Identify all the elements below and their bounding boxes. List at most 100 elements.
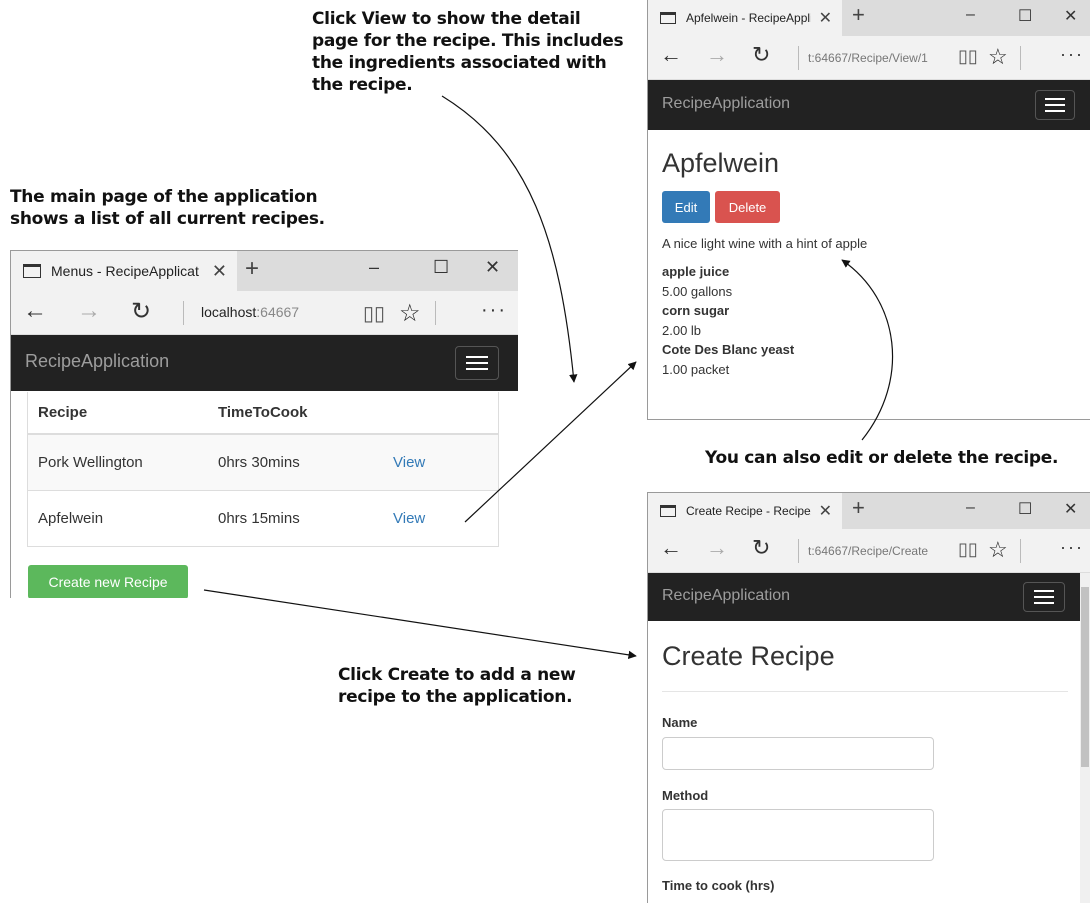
- recipe-time: 0hrs 30mins: [218, 454, 300, 471]
- main-browser-window: Menus - RecipeApplicat ✕ + – ☐ ✕ ← → ↻ l…: [10, 250, 518, 598]
- favorite-star-icon[interactable]: ☆: [988, 537, 1008, 563]
- tab-title: Menus - RecipeApplicat: [51, 263, 199, 279]
- maximize-icon[interactable]: ☐: [1018, 6, 1032, 26]
- name-input[interactable]: [662, 737, 934, 770]
- hamburger-bar: [1045, 104, 1065, 106]
- page-icon: [660, 505, 676, 517]
- back-icon[interactable]: ←: [660, 42, 682, 68]
- favorite-star-icon[interactable]: ☆: [988, 44, 1008, 70]
- ingredient-amount: 1.00 packet: [662, 362, 730, 377]
- app-navbar: RecipeApplication: [11, 335, 518, 391]
- menu-toggle-button[interactable]: [455, 346, 499, 380]
- view-link[interactable]: View: [393, 510, 425, 527]
- url-field[interactable]: t:64667/Recipe/View/1: [808, 51, 928, 65]
- method-label: Method: [662, 788, 709, 803]
- page-title: Apfelwein: [662, 148, 780, 178]
- edit-button[interactable]: Edit: [662, 191, 710, 223]
- close-tab-icon[interactable]: ✕: [212, 261, 227, 282]
- hamburger-bar: [1034, 596, 1054, 598]
- browser-tab[interactable]: Create Recipe - RecipeA ✕: [648, 493, 842, 529]
- close-window-icon[interactable]: ✕: [1064, 499, 1077, 519]
- vertical-scrollbar[interactable]: [1080, 573, 1090, 903]
- ingredient-name: apple juice: [662, 264, 730, 279]
- forward-icon[interactable]: →: [706, 42, 728, 68]
- new-tab-icon[interactable]: +: [245, 255, 259, 283]
- url-field[interactable]: localhost:64667: [201, 304, 299, 320]
- annotation-create: Click Create to add a new recipe to the …: [338, 664, 576, 708]
- annotation-line: You can also edit or delete the recipe.: [705, 448, 1059, 468]
- recipe-name: Pork Wellington: [38, 454, 143, 471]
- close-tab-icon[interactable]: ✕: [819, 8, 832, 28]
- new-tab-icon[interactable]: +: [852, 495, 865, 521]
- title-divider: [662, 691, 1068, 692]
- refresh-icon[interactable]: ↻: [131, 297, 151, 326]
- minimize-icon[interactable]: –: [369, 257, 379, 278]
- address-bar: ← → ↻ localhost:64667 ▯▯ ☆ ···: [11, 291, 518, 335]
- name-label: Name: [662, 715, 698, 730]
- table-row: Apfelwein 0hrs 15mins View: [28, 490, 498, 546]
- create-new-recipe-button[interactable]: Create new Recipe: [28, 565, 188, 598]
- back-icon[interactable]: ←: [660, 535, 682, 561]
- maximize-icon[interactable]: ☐: [433, 257, 449, 278]
- browser-tab[interactable]: Apfelwein - RecipeAppli ✕: [648, 0, 842, 36]
- hamburger-bar: [466, 356, 488, 358]
- close-window-icon[interactable]: ✕: [1064, 6, 1077, 26]
- more-icon[interactable]: ···: [1060, 537, 1084, 558]
- hamburger-bar: [1045, 110, 1065, 112]
- url-host: localhost: [201, 304, 257, 320]
- time-to-cook-label: Time to cook (hrs): [662, 878, 775, 893]
- back-icon[interactable]: ←: [23, 297, 47, 325]
- maximize-icon[interactable]: ☐: [1018, 499, 1032, 519]
- tab-bar: Create Recipe - RecipeA ✕ + – ☐ ✕: [648, 493, 1090, 529]
- close-tab-icon[interactable]: ✕: [819, 501, 832, 521]
- view-link[interactable]: View: [393, 454, 425, 471]
- menu-toggle-button[interactable]: [1035, 90, 1075, 120]
- refresh-icon[interactable]: ↻: [752, 535, 770, 561]
- annotation-line: the recipe.: [312, 75, 413, 95]
- hamburger-bar: [1034, 602, 1054, 604]
- address-bar: ← → ↻ t:64667/Recipe/View/1 ▯▯ ☆ ···: [648, 36, 1090, 80]
- new-tab-icon[interactable]: +: [852, 2, 865, 28]
- annotation-main: The main page of the application shows a…: [10, 186, 325, 230]
- url-port: :64667: [256, 304, 300, 320]
- minimize-icon[interactable]: –: [966, 499, 975, 517]
- favorite-star-icon[interactable]: ☆: [399, 299, 421, 328]
- reading-view-icon[interactable]: ▯▯: [958, 539, 978, 560]
- close-window-icon[interactable]: ✕: [485, 257, 500, 278]
- scrollbar-thumb[interactable]: [1081, 587, 1089, 767]
- menu-toggle-button[interactable]: [1023, 582, 1065, 612]
- browser-tab[interactable]: Menus - RecipeApplicat ✕: [11, 251, 237, 291]
- forward-icon[interactable]: →: [77, 297, 101, 325]
- reading-view-icon[interactable]: ▯▯: [958, 46, 978, 67]
- url-field[interactable]: t:64667/Recipe/Create: [808, 544, 928, 558]
- address-bar: ← → ↻ t:64667/Recipe/Create ▯▯ ☆ ···: [648, 529, 1090, 573]
- brand-link[interactable]: RecipeApplication: [25, 351, 169, 372]
- annotation-line: Click View to show the detail: [312, 9, 581, 29]
- app-navbar: RecipeApplication: [648, 573, 1080, 621]
- create-button-arrow: [203, 589, 637, 660]
- more-icon[interactable]: ···: [1060, 44, 1084, 65]
- method-textarea[interactable]: [662, 809, 934, 861]
- delete-button[interactable]: Delete: [715, 191, 780, 223]
- minimize-icon[interactable]: –: [966, 6, 975, 24]
- brand-link[interactable]: RecipeApplication: [662, 95, 790, 113]
- brand-link[interactable]: RecipeApplication: [662, 587, 790, 605]
- separator: [1020, 539, 1021, 563]
- refresh-icon[interactable]: ↻: [752, 42, 770, 68]
- page-title: Create Recipe: [662, 641, 835, 671]
- page-icon: [23, 264, 41, 278]
- tab-title: Apfelwein - RecipeAppli: [686, 11, 811, 25]
- ingredient-amount: 2.00 lb: [662, 323, 702, 338]
- ingredient-name: Cote Des Blanc yeast: [662, 342, 795, 357]
- more-icon[interactable]: ···: [481, 299, 507, 322]
- annotation-line: page for the recipe. This includes: [312, 31, 624, 51]
- header-recipe: Recipe: [38, 404, 88, 421]
- forward-icon[interactable]: →: [706, 535, 728, 561]
- table-header-row: Recipe TimeToCook: [28, 392, 498, 434]
- reading-view-icon[interactable]: ▯▯: [363, 301, 385, 326]
- separator: [183, 301, 184, 325]
- annotation-line: recipe to the application.: [338, 687, 573, 707]
- create-browser-window: Create Recipe - RecipeA ✕ + – ☐ ✕ ← → ↻ …: [647, 492, 1090, 903]
- tab-title: Create Recipe - RecipeA: [686, 504, 811, 518]
- table-row: Pork Wellington 0hrs 30mins View: [28, 434, 498, 490]
